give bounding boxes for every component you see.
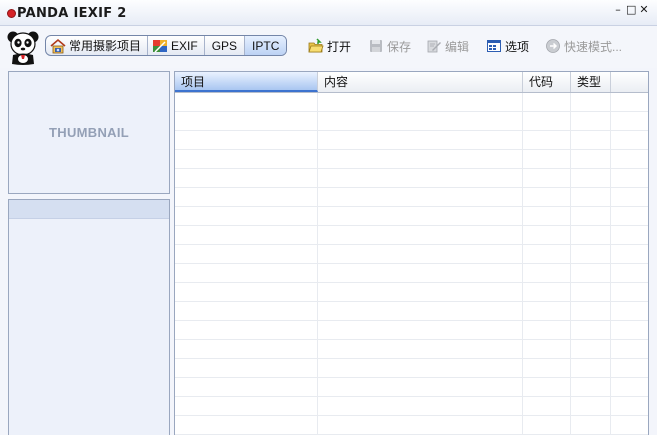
edit-tools-icon [427, 40, 441, 53]
open-label: 打开 [327, 39, 352, 54]
tab-label: GPS [211, 38, 238, 53]
title-bar: PANDA IEXIF 2 – □ ✕ [0, 0, 657, 26]
empty-grid-row [175, 264, 648, 283]
edit-label: 编辑 [445, 39, 470, 54]
empty-grid-row [175, 226, 648, 245]
quick-mode-button[interactable]: 快速模式... [545, 37, 622, 55]
app-logo: PANDA IEXIF 2 [7, 4, 127, 22]
empty-grid-row [175, 321, 648, 340]
options-button[interactable]: 选项 [486, 37, 529, 55]
save-disk-icon [370, 40, 382, 52]
column-header-item[interactable]: 项目 [175, 72, 318, 92]
tab-label: 常用摄影项目 [69, 39, 142, 53]
exif-icon [153, 39, 168, 53]
tab-common-photo[interactable]: 常用摄影项目 [46, 36, 149, 55]
column-divider [570, 93, 571, 435]
close-button[interactable]: ✕ [639, 4, 649, 16]
empty-grid-row [175, 207, 648, 226]
empty-grid-row [175, 378, 648, 397]
tab-label: IPTC [252, 38, 280, 53]
window-controls: – □ ✕ [613, 4, 649, 16]
empty-grid-row [175, 397, 648, 416]
options-label: 选项 [505, 39, 530, 54]
minimize-button[interactable]: – [613, 4, 623, 16]
empty-grid-row [175, 112, 648, 131]
edit-button[interactable]: 编辑 [426, 37, 469, 55]
house-camera-icon [50, 38, 66, 53]
empty-grid-row [175, 302, 648, 321]
empty-grid-row [175, 340, 648, 359]
empty-grid-row [175, 416, 648, 435]
empty-grid-row [175, 131, 648, 150]
column-header-content[interactable]: 内容 [318, 72, 523, 92]
panda-mascot-icon [7, 31, 39, 65]
save-label: 保存 [387, 39, 412, 54]
metadata-grid[interactable]: 项目 内容 代码 类型 [174, 71, 649, 435]
category-tab-group: 常用摄影项目 EXIF GPS IPTC [45, 35, 288, 56]
column-header-code[interactable]: 代码 [523, 72, 571, 92]
empty-grid-row [175, 283, 648, 302]
info-panel [8, 199, 170, 435]
tab-iptc[interactable]: IPTC [245, 36, 287, 55]
tab-label: EXIF [171, 38, 198, 53]
open-folder-icon [308, 38, 324, 53]
column-divider [610, 93, 611, 435]
empty-grid-row [175, 359, 648, 378]
toolbar: 常用摄影项目 EXIF GPS IPTC 打开 保存 编辑 选项 快速模式... [0, 26, 657, 68]
logo-dot-icon [7, 8, 16, 18]
empty-grid-row [175, 188, 648, 207]
maximize-button[interactable]: □ [626, 4, 636, 16]
save-button[interactable]: 保存 [368, 37, 411, 55]
window-title: PANDA IEXIF 2 [17, 5, 127, 21]
thumbnail-panel: THUMBNAIL [8, 71, 170, 194]
tab-gps[interactable]: GPS [205, 36, 246, 55]
tab-exif[interactable]: EXIF [148, 36, 205, 55]
info-panel-header [9, 200, 169, 219]
thumbnail-label: THUMBNAIL [49, 125, 129, 140]
empty-grid-row [175, 93, 648, 112]
column-divider [522, 93, 523, 435]
open-button[interactable]: 打开 [308, 37, 351, 55]
column-divider [317, 93, 318, 435]
empty-grid-row [175, 150, 648, 169]
column-header-type[interactable]: 类型 [571, 72, 611, 92]
grid-header: 项目 内容 代码 类型 [175, 72, 648, 93]
arrow-circle-icon [546, 39, 560, 53]
empty-grid-row [175, 169, 648, 188]
quick-mode-label: 快速模式... [564, 39, 623, 54]
empty-grid-row [175, 245, 648, 264]
options-grid-icon [487, 40, 501, 52]
